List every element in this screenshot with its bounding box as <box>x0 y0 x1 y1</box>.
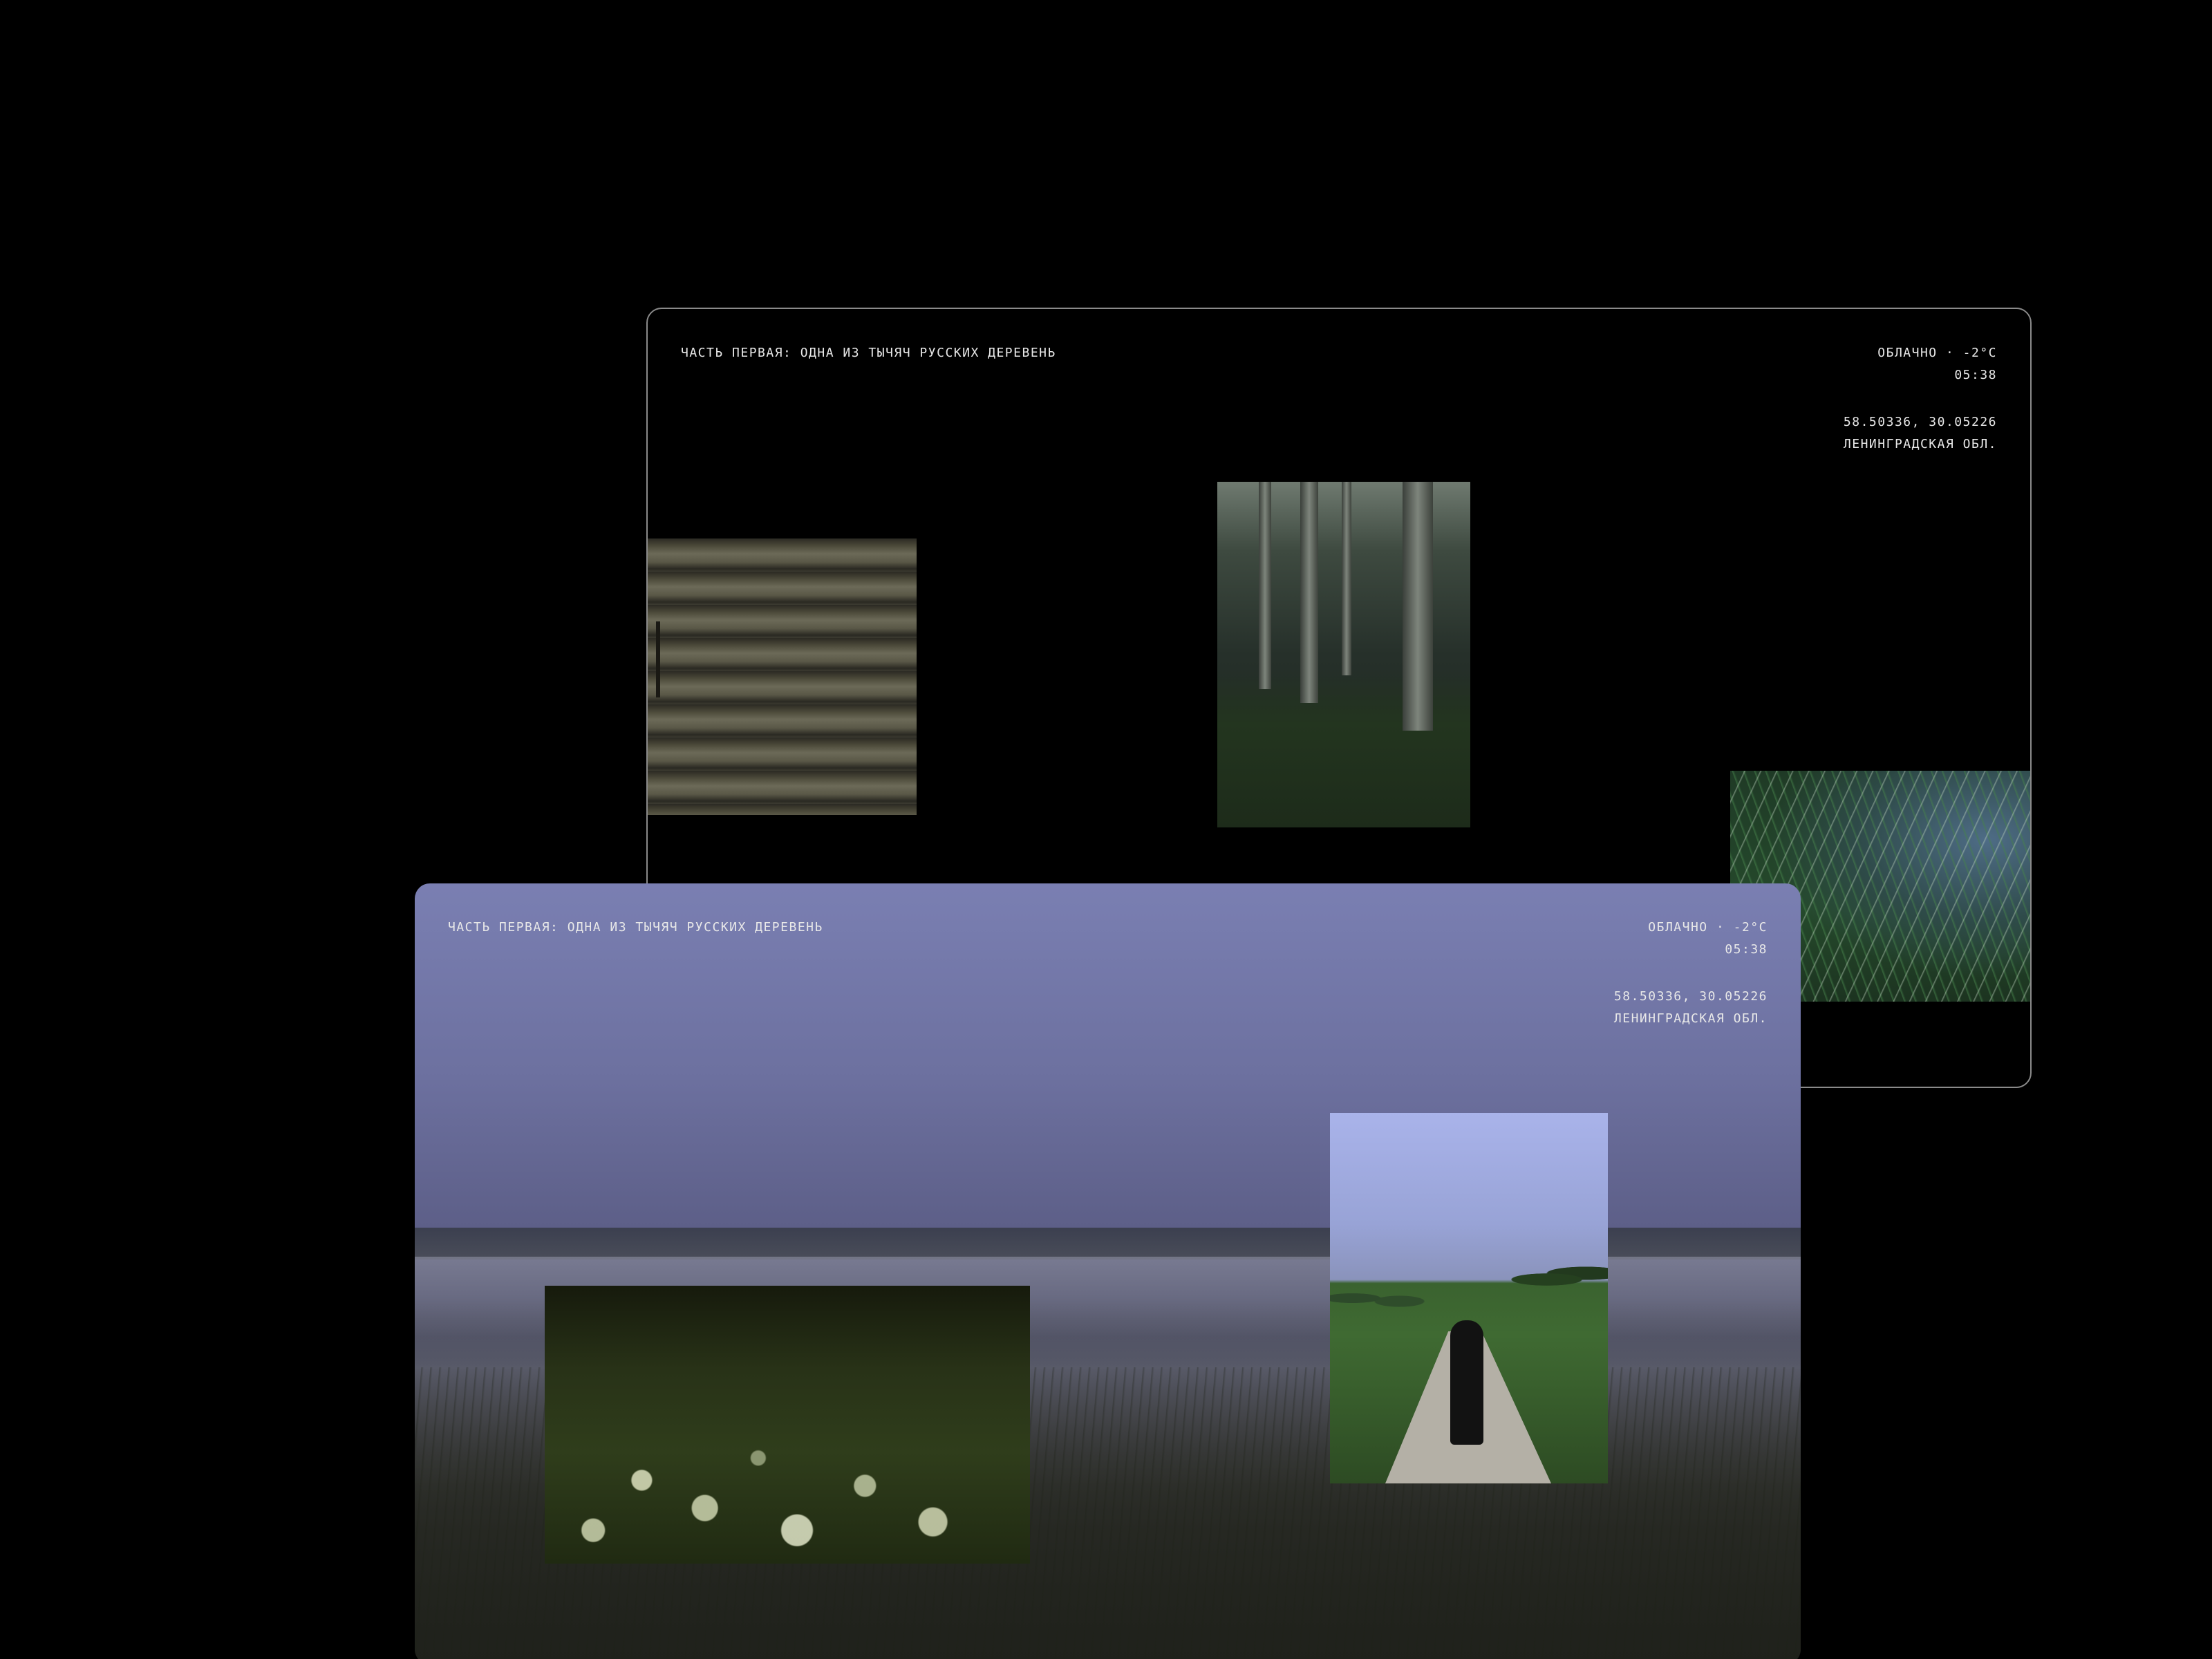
photo-wildflowers[interactable] <box>545 1286 1030 1564</box>
photo-birch-forest[interactable] <box>1217 482 1470 827</box>
back-window-meta: ОБЛАЧНО · -2°C 05:38 58.50336, 30.05226 … <box>1844 342 1997 456</box>
canvas: ЧАСТЬ ПЕРВАЯ: ОДНА ИЗ ТЫЧЯЧ РУССКИХ ДЕРЕ… <box>0 0 2212 1659</box>
front-window: ЧАСТЬ ПЕРВАЯ: ОДНА ИЗ ТЫЧЯЧ РУССКИХ ДЕРЕ… <box>415 883 1801 1659</box>
front-window-title: ЧАСТЬ ПЕРВАЯ: ОДНА ИЗ ТЫЧЯЧ РУССКИХ ДЕРЕ… <box>448 920 823 935</box>
photo-wooden-logs[interactable] <box>648 538 917 815</box>
coordinates-label: 58.50336, 30.05226 <box>1613 989 1768 1004</box>
region-label: ЛЕНИНГРАДСКАЯ ОБЛ. <box>1613 1011 1768 1026</box>
coordinates-label: 58.50336, 30.05226 <box>1843 415 1997 429</box>
region-label: ЛЕНИНГРАДСКАЯ ОБЛ. <box>1843 437 1997 451</box>
time-label: 05:38 <box>1954 368 1997 382</box>
back-window-title: ЧАСТЬ ПЕРВАЯ: ОДНА ИЗ ТЫЧЯЧ РУССКИХ ДЕРЕ… <box>681 346 1056 360</box>
weather-label: ОБЛАЧНО · -2°C <box>1877 346 1997 360</box>
time-label: 05:38 <box>1725 942 1768 957</box>
person-figure <box>1450 1320 1483 1445</box>
front-window-meta: ОБЛАЧНО · -2°C 05:38 58.50336, 30.05226 … <box>1614 917 1768 1030</box>
weather-label: ОБЛАЧНО · -2°C <box>1648 920 1768 935</box>
photo-person-on-road[interactable] <box>1330 1113 1608 1483</box>
